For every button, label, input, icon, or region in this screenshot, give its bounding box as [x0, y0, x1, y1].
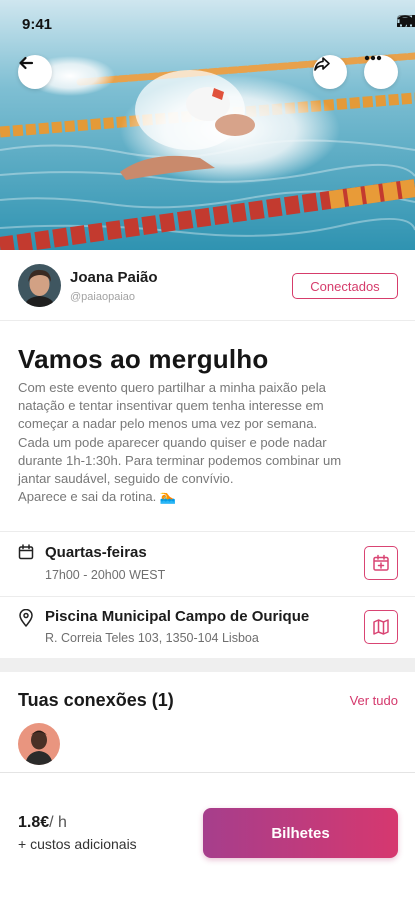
status-bar: 9:41 — [0, 0, 415, 38]
see-all-link[interactable]: Ver tudo — [350, 693, 398, 708]
host-avatar[interactable] — [18, 264, 61, 307]
description-line: Com este evento quero partilhar a minha … — [18, 380, 326, 395]
tickets-button[interactable]: Bilhetes — [203, 808, 398, 858]
event-title: Vamos ao mergulho — [18, 344, 269, 374]
description-line: natação e tentar insentivar quem tenha i… — [18, 398, 324, 414]
description-line: durante 1h-1:30h. Para terminar podemos … — [18, 452, 342, 468]
host-handle: @paiaopaiao — [70, 291, 135, 303]
booking-footer: 1.8€/ h + custos adicionais Bilhetes — [0, 772, 415, 900]
description-line: Aparece e sai da rotina. 🏊 — [18, 489, 177, 505]
additional-costs-note: + custos adicionais — [18, 836, 137, 852]
connection-avatar[interactable] — [18, 723, 60, 765]
schedule-day: Quartas-feiras — [45, 544, 147, 561]
calendar-plus-icon — [373, 554, 389, 571]
connected-button[interactable]: Conectados — [292, 273, 398, 299]
host-avatar-image — [18, 264, 61, 307]
schedule-row: Quartas-feiras 17h00 - 20h00 WEST — [0, 534, 415, 596]
host-name[interactable]: Joana Paião — [70, 269, 158, 286]
event-description: Com este evento quero partilhar a minha … — [18, 379, 396, 506]
connection-avatar-image — [18, 723, 60, 765]
arrow-left-icon — [19, 56, 34, 70]
more-options-button[interactable] — [364, 55, 398, 89]
price-unit: / h — [49, 814, 67, 831]
open-map-button[interactable] — [364, 610, 398, 644]
description-line: jantar saudável, seguido de convívio. — [18, 471, 234, 487]
calendar-icon — [18, 544, 34, 560]
back-button[interactable] — [18, 55, 52, 89]
location-name: Piscina Municipal Campo de Ourique — [45, 608, 310, 625]
battery-icon — [397, 15, 415, 27]
description-line: começar a nadar pelo menos uma vez por s… — [18, 416, 318, 432]
status-time: 9:41 — [22, 16, 53, 33]
location-row: Piscina Municipal Campo de Ourique R. Co… — [0, 597, 415, 659]
map-icon — [373, 619, 389, 635]
add-to-calendar-button[interactable] — [364, 546, 398, 580]
description-line: Cada um pode aparecer quando quiser e po… — [18, 434, 327, 450]
location-address: R. Correia Teles 103, 1350-104 Lisboa — [45, 631, 259, 645]
section-separator — [0, 658, 415, 672]
price-value: 1.8€ — [18, 814, 50, 831]
event-hero-image: 9:41 — [0, 0, 415, 250]
connections-title: Tuas conexões (1) — [18, 690, 174, 710]
price: 1.8€/ h — [18, 814, 67, 832]
schedule-time: 17h00 - 20h00 WEST — [45, 568, 166, 582]
map-pin-icon — [19, 609, 33, 627]
more-horizontal-icon — [364, 55, 382, 61]
share-icon — [314, 57, 330, 71]
divider — [0, 531, 415, 532]
event-detail-screen: 9:41 Joana Paião @paiaopaiao Conectados … — [0, 0, 415, 900]
share-button[interactable] — [313, 55, 347, 89]
